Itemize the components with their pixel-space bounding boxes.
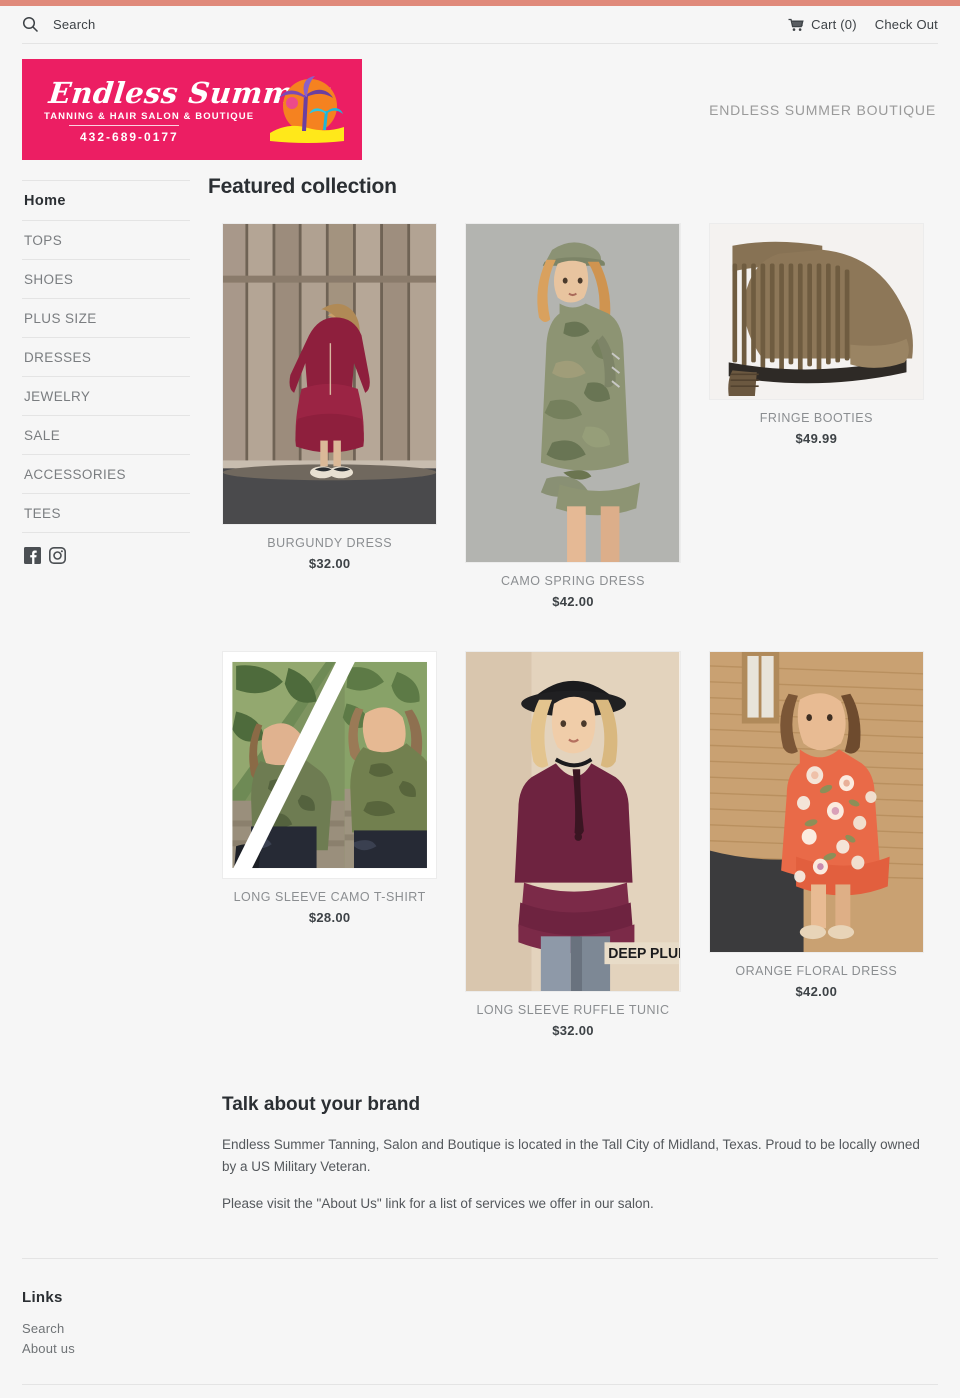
facebook-icon[interactable]: [24, 547, 41, 564]
product-title: LONG SLEEVE RUFFLE TUNIC: [476, 1003, 670, 1017]
product-title: BURGUNDY DRESS: [267, 536, 393, 550]
product-title: FRINGE BOOTIES: [759, 411, 873, 425]
product-title: CAMO SPRING DRESS: [501, 574, 645, 588]
sidebar-item-plus-size[interactable]: PLUS SIZE: [22, 299, 190, 338]
product-price: $32.00: [552, 1023, 594, 1038]
social-links: [22, 533, 190, 578]
page-body: Home TOPS SHOES PLUS SIZE DRESSES JEWELR…: [0, 172, 960, 1230]
site-logo[interactable]: Endless Summer TANNING & HAIR SALON & BO…: [22, 59, 362, 160]
product-image-orange-floral-dress[interactable]: [708, 651, 924, 953]
brand-section-title: Talk about your brand: [222, 1094, 421, 1115]
search-icon[interactable]: [22, 16, 39, 33]
logo-rule: [69, 125, 179, 126]
product-card[interactable]: FRINGE BOOTIES $49.99: [695, 223, 938, 651]
sidebar-item-tees[interactable]: TEES: [22, 494, 190, 533]
instagram-icon[interactable]: [49, 547, 66, 564]
sidebar-item-shoes[interactable]: SHOES: [22, 260, 190, 299]
product-card[interactable]: BURGUNDY DRESS $32.00: [208, 223, 451, 651]
product-grid: BURGUNDY DRESS $32.00 CAMO SPRING DRESS …: [208, 223, 938, 1080]
product-card[interactable]: DEEP PLUM LONG SLEEVE RUFFLE TUNIC $32.0…: [451, 651, 694, 1080]
checkout-link[interactable]: Check Out: [875, 17, 938, 32]
product-price: $42.00: [552, 594, 594, 609]
product-price: $28.00: [308, 910, 351, 925]
sidebar-item-home[interactable]: Home: [22, 180, 190, 221]
product-title: LONG SLEEVE CAMO T-SHIRT: [233, 890, 426, 904]
copyright-wrap: Copyright © 2017, Endless Summer Salon. …: [0, 1385, 960, 1398]
sidebar-item-tops[interactable]: TOPS: [22, 221, 190, 260]
brand-section: Talk about your brand Endless Summer Tan…: [208, 1080, 938, 1215]
product-badge-text: DEEP PLUM: [609, 946, 680, 962]
product-image-long-sleeve-camo-tshirt[interactable]: [222, 651, 438, 879]
product-card[interactable]: LONG SLEEVE CAMO T-SHIRT $28.00: [208, 651, 451, 1080]
sidebar-item-jewelry[interactable]: JEWELRY: [22, 377, 190, 416]
sidebar-item-dresses[interactable]: DRESSES: [22, 338, 190, 377]
shop-title: ENDLESS SUMMER BOUTIQUE: [709, 101, 936, 118]
utility-bar-right: Cart (0) Check Out: [788, 17, 938, 32]
footer-link-about-us[interactable]: About us: [22, 1341, 938, 1356]
product-image-camo-spring-dress[interactable]: [465, 223, 681, 563]
cart-label: Cart (0): [811, 17, 857, 32]
logo-subtitle: TANNING & HAIR SALON & BOUTIQUE: [44, 111, 255, 122]
brand-paragraph-1: Endless Summer Tanning, Salon and Boutiq…: [222, 1137, 920, 1174]
site-footer: Links Search About us: [0, 1259, 960, 1356]
footer-links-heading: Links: [22, 1288, 63, 1306]
main-content: Featured collection BURGUNDY DRESS $32.0…: [190, 172, 938, 1230]
product-image-long-sleeve-ruffle-tunic[interactable]: DEEP PLUM: [465, 651, 681, 992]
product-title: ORANGE FLORAL DRESS: [735, 964, 898, 978]
palm-tree-sunset-icon: [268, 73, 346, 147]
product-price: $49.99: [795, 431, 838, 446]
product-price: $32.00: [308, 556, 351, 571]
product-card[interactable]: ORANGE FLORAL DRESS $42.00: [695, 651, 938, 1080]
product-price: $42.00: [795, 984, 838, 999]
footer-link-search[interactable]: Search: [22, 1321, 938, 1336]
sidebar-item-accessories[interactable]: ACCESSORIES: [22, 455, 190, 494]
cart-button[interactable]: Cart (0): [788, 17, 857, 32]
utility-bar: Search Cart (0) Check Out: [0, 6, 960, 43]
cart-icon: [788, 18, 804, 32]
sidebar-nav: Home TOPS SHOES PLUS SIZE DRESSES JEWELR…: [22, 172, 190, 1230]
site-header: Endless Summer TANNING & HAIR SALON & BO…: [0, 44, 960, 172]
collection-title: Featured collection: [208, 175, 397, 198]
utility-bar-left: Search: [22, 16, 95, 33]
sidebar-item-sale[interactable]: SALE: [22, 416, 190, 455]
search-link[interactable]: Search: [53, 17, 95, 32]
product-image-burgundy-dress[interactable]: [222, 223, 438, 525]
brand-paragraph-2: Please visit the "About Us" link for a l…: [222, 1195, 654, 1211]
logo-phone: 432-689-0177: [80, 130, 179, 144]
product-image-fringe-booties[interactable]: [708, 223, 924, 400]
product-card[interactable]: CAMO SPRING DRESS $42.00: [451, 223, 694, 651]
